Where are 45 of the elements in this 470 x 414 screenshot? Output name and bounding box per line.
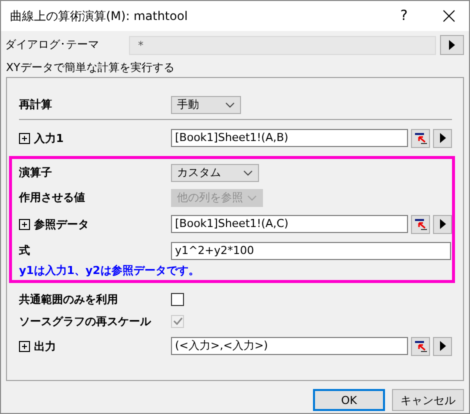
field-label: 入力1 <box>34 132 64 145</box>
range-select-button[interactable] <box>411 128 430 148</box>
dropdown[interactable]: 手動 <box>171 96 241 114</box>
description-text: XYデータで簡単な計算を実行する <box>5 60 176 76</box>
menu-button[interactable] <box>433 214 452 234</box>
play-icon <box>440 219 446 230</box>
field-label: 出力 <box>34 340 56 353</box>
menu-button[interactable] <box>433 336 452 356</box>
theme-field[interactable]: * <box>129 36 436 54</box>
field-label: 共通範囲のみを利用 <box>19 292 118 306</box>
range-field[interactable]: (<入力>,<入力>) <box>171 337 408 356</box>
field-label: 参照データ <box>34 218 89 231</box>
range-select-icon <box>414 340 427 353</box>
window-title: 曲線上の算術演算(M): mathtool <box>10 8 189 24</box>
field-label: 再計算 <box>19 98 52 112</box>
theme-menu-button[interactable] <box>440 35 464 55</box>
range-select-button[interactable] <box>411 336 430 356</box>
expand-icon[interactable] <box>19 340 30 352</box>
expand-icon[interactable] <box>19 132 30 144</box>
help-button[interactable]: ? <box>381 8 427 24</box>
dropdown[interactable]: カスタム <box>171 164 259 182</box>
field-label: 演算子 <box>19 166 52 180</box>
caret-icon <box>225 102 235 108</box>
field-label: 作用させる値 <box>19 191 85 204</box>
close-icon[interactable] <box>443 10 455 22</box>
theme-label: ダイアログ･テーマ <box>5 38 100 52</box>
range-field[interactable]: [Book1]Sheet1!(A,B) <box>171 129 408 148</box>
range-select-icon <box>414 132 427 145</box>
range-select-icon <box>414 218 427 231</box>
expand-icon[interactable] <box>19 218 30 230</box>
field-label: 式 <box>19 244 30 258</box>
field-label: ソースグラフの再スケール <box>19 314 151 328</box>
range-select-button[interactable] <box>411 214 430 234</box>
caret-icon <box>243 170 253 176</box>
play-icon <box>440 133 446 144</box>
play-icon <box>449 40 455 50</box>
play-icon <box>440 341 446 352</box>
checkbox[interactable] <box>171 292 184 306</box>
cancel-button[interactable]: キャンセル <box>392 389 464 412</box>
menu-button[interactable] <box>433 128 452 148</box>
ok-button[interactable]: OK <box>313 389 385 412</box>
formula-field[interactable]: y1^2+y2*100 <box>171 242 451 260</box>
hint-text: y1は入力1、y2は参照データです。 <box>19 263 200 280</box>
range-field[interactable]: [Book1]Sheet1!(A,C) <box>171 215 408 234</box>
caret-icon <box>247 194 257 201</box>
